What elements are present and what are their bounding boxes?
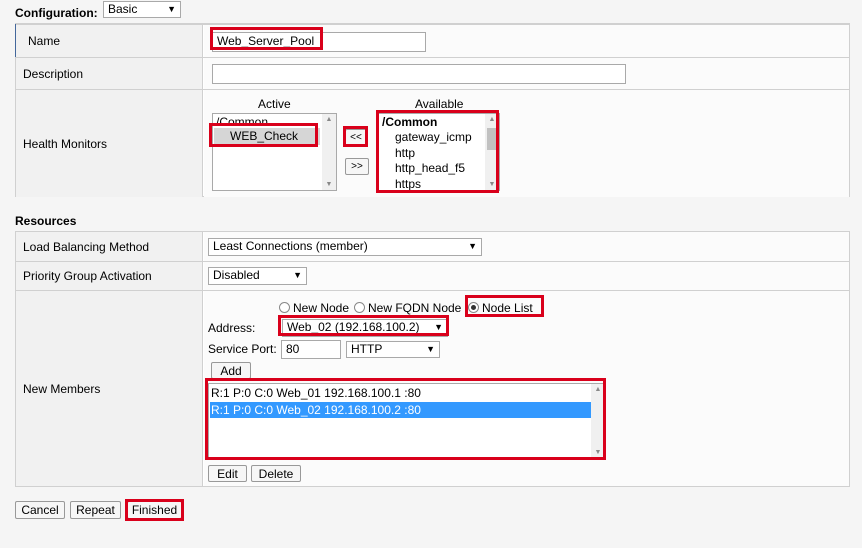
radio-new-fqdn-node[interactable]: New FQDN Node [354,301,461,315]
health-monitors-row: Health Monitors Active Available /Common… [16,89,849,197]
general-table: Name Web_Server_Pool Description Health … [15,23,850,197]
health-monitors-label: Health Monitors [23,136,108,151]
repeat-button[interactable]: Repeat [70,501,121,519]
members-list[interactable]: R:1 P:0 C:0 Web_01 192.168.100.1 :80 R:1… [208,383,606,459]
scroll-down-icon[interactable]: ▼ [485,181,499,188]
priority-group-value: Disabled [213,268,260,282]
finished-button[interactable]: Finished [127,501,182,519]
name-label: Name [28,34,61,48]
radio-new-node[interactable]: New Node [279,301,349,315]
radio-button[interactable] [354,302,365,313]
edit-member-button[interactable]: Edit [208,465,247,482]
available-list-scrollbar[interactable]: ▲ ▼ [485,114,499,190]
scroll-thumb[interactable] [487,128,497,150]
move-left-button[interactable]: << [345,129,367,146]
scroll-up-icon[interactable]: ▲ [322,116,336,123]
service-protocol-value: HTTP [351,342,383,356]
members-list-scrollbar[interactable]: ▲ ▼ [591,384,605,458]
available-header: Available [415,97,464,111]
chevron-down-icon: ▼ [426,344,435,354]
priority-group-select[interactable]: Disabled ▼ [208,267,307,285]
radio-button[interactable] [279,302,290,313]
resources-table: Load Balancing Method Least Connections … [15,231,850,487]
active-header: Active [258,97,291,111]
scroll-down-icon[interactable]: ▼ [591,449,605,456]
available-monitor-item[interactable]: http_head_f5 [395,161,465,175]
active-list-scrollbar[interactable]: ▲ ▼ [322,114,336,190]
available-monitor-item[interactable]: https [395,177,421,190]
lb-method-label: Load Balancing Method [23,239,150,254]
address-select[interactable]: Web_02 (192.168.100.2) ▼ [282,319,448,337]
configuration-label: Configuration: [15,6,98,20]
chevron-down-icon: ▼ [293,270,302,280]
available-monitor-item[interactable]: gateway_icmp [395,130,472,144]
lb-method-select[interactable]: Least Connections (member) ▼ [208,238,482,256]
scroll-up-icon[interactable]: ▲ [485,116,499,123]
chevron-down-icon: ▼ [434,322,443,332]
resources-title: Resources [15,214,77,228]
cancel-button[interactable]: Cancel [15,501,65,519]
description-input[interactable] [212,64,626,84]
active-monitors-list[interactable]: /Common WEB_Check ▲ ▼ [212,113,337,191]
scroll-up-icon[interactable]: ▲ [591,386,605,393]
move-right-button[interactable]: >> [345,158,369,175]
configuration-select[interactable]: Basic ▼ [103,1,181,18]
available-group-label: /Common [382,115,438,129]
priority-group-label: Priority Group Activation [23,269,152,283]
lb-method-value: Least Connections (member) [213,239,368,253]
radio-node-list[interactable]: Node List [468,301,533,315]
address-label: Address: [208,321,256,335]
add-member-button[interactable]: Add [211,362,251,379]
radio-new-fqdn-label: New FQDN Node [368,301,462,315]
available-monitor-item[interactable]: http [395,146,415,160]
lb-method-row: Load Balancing Method Least Connections … [16,232,849,261]
scroll-down-icon[interactable]: ▼ [322,181,336,188]
name-input[interactable]: Web_Server_Pool [212,32,426,52]
configuration-value: Basic [108,2,138,16]
service-port-label: Service Port: [208,342,277,356]
address-value: Web_02 (192.168.100.2) [287,320,420,334]
priority-group-row: Priority Group Activation Disabled ▼ [16,261,849,290]
member-item-selected[interactable]: R:1 P:0 C:0 Web_02 192.168.100.2 :80 [210,402,591,418]
available-monitors-list[interactable]: /Common gateway_icmp http http_head_f5 h… [378,113,500,191]
service-port-input[interactable]: 80 [281,340,341,359]
name-row: Name Web_Server_Pool [16,24,849,57]
delete-member-button[interactable]: Delete [251,465,301,482]
new-members-label: New Members [23,381,101,396]
active-monitor-item[interactable]: WEB_Check [214,128,320,145]
service-protocol-select[interactable]: HTTP ▼ [346,341,440,358]
chevron-down-icon: ▼ [468,241,477,251]
radio-node-list-label: Node List [482,301,533,315]
active-group-label: /Common [216,115,269,129]
radio-new-node-label: New Node [293,301,350,315]
member-item[interactable]: R:1 P:0 C:0 Web_01 192.168.100.1 :80 [211,386,421,400]
description-label: Description [23,66,84,81]
description-row: Description [16,57,849,89]
new-members-row: New Members New Node New FQDN Node Node … [16,290,849,486]
chevron-down-icon: ▼ [167,4,176,14]
radio-button-selected[interactable] [468,302,479,313]
